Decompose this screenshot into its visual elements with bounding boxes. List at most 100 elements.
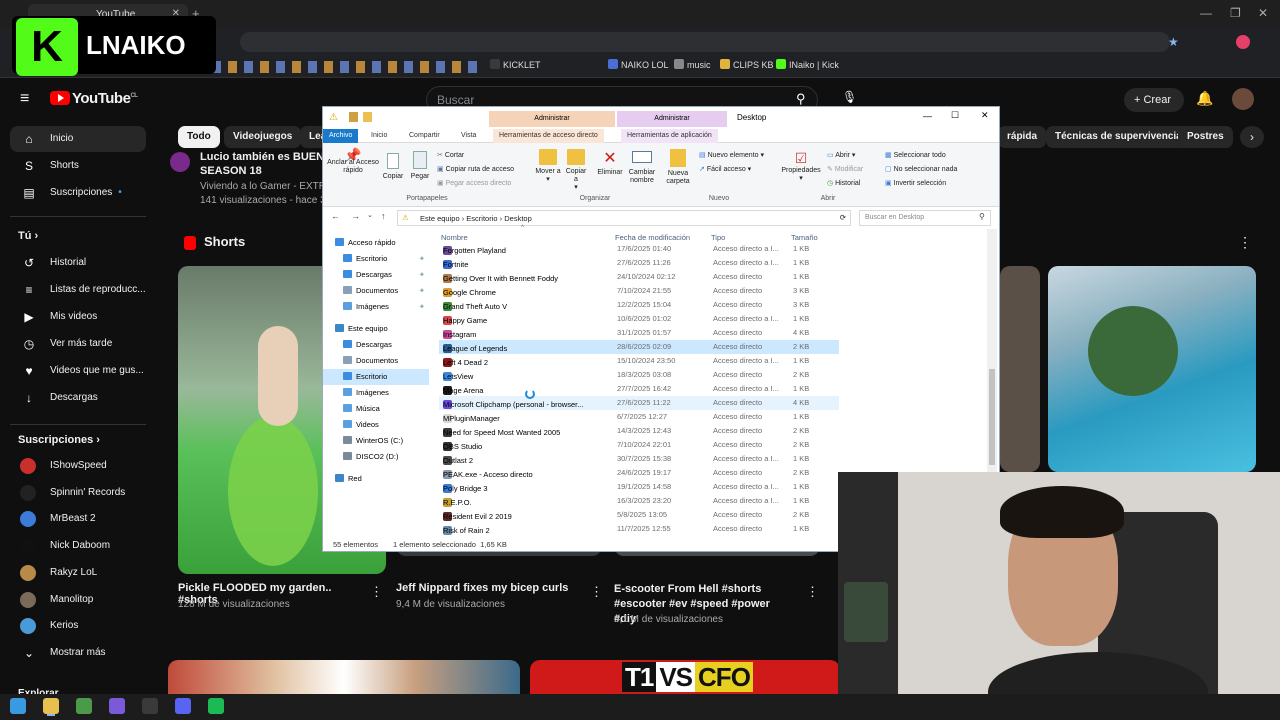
video-title[interactable]: Lucio también es BUENO SEASON 18 xyxy=(200,150,330,178)
invert-selection-button[interactable]: ▣ Invertir selección xyxy=(885,179,946,187)
file-row[interactable]: R.E.P.O. 16/3/2025 23:20 Acceso directo a … xyxy=(439,494,839,508)
tree-item[interactable]: Este equipo xyxy=(323,321,429,337)
bookmark-clips-kb[interactable]: CLIPS KB xyxy=(720,59,774,70)
bookmark-naiko-lol[interactable]: NAIKO LOL xyxy=(608,59,669,70)
file-row[interactable]: Grand Theft Auto V 12/2/2025 15:04 Acceso … xyxy=(439,298,839,312)
file-row[interactable]: League of Legends 28/6/2025 02:09 Acceso d… xyxy=(439,340,839,354)
sidebar-item-you-1[interactable]: ≡ Listas de reproducc... xyxy=(10,277,146,303)
search-icon[interactable]: ⚲ xyxy=(979,212,985,221)
tab-share[interactable]: Compartir xyxy=(403,129,446,143)
video-channel[interactable]: Viviendo a lo Gamer - EXTRA xyxy=(200,181,322,192)
maximize-icon[interactable]: ❐ xyxy=(1230,6,1241,20)
properties-button[interactable]: ☑ Propiedades ▾ xyxy=(779,149,823,183)
profile-avatar[interactable] xyxy=(1236,35,1250,49)
subscription-item[interactable]: Rakyz LoL xyxy=(10,560,146,586)
file-row[interactable]: Left 4 Dead 2 15/10/2024 23:50 Acceso dire… xyxy=(439,354,839,368)
tree-item[interactable]: Red xyxy=(323,471,429,487)
file-row[interactable]: OBS Studio 7/10/2024 22:01 Acceso directo 2… xyxy=(439,438,839,452)
context-tab-shortcut[interactable]: Administrar xyxy=(489,111,615,127)
sidebar-item-you-2[interactable]: ▶ Mis videos xyxy=(10,304,146,330)
you-section-header[interactable]: Tú › xyxy=(18,230,38,242)
select-none-button[interactable]: ▢ No seleccionar nada xyxy=(885,165,957,173)
sidebar-item-subscriptions[interactable]: ▤ Suscripciones • xyxy=(10,180,146,206)
breadcrumb-this-pc[interactable]: Este equipo xyxy=(420,214,460,223)
show-more-button[interactable]: ⌄ Mostrar más xyxy=(10,640,146,666)
channel-avatar[interactable] xyxy=(170,152,190,172)
move-to-button[interactable]: Mover a ▾ xyxy=(535,149,561,184)
file-row[interactable]: Instagram 31/1/2025 01:57 Acceso directo 4 … xyxy=(439,326,839,340)
bookmark-inaiko-kick[interactable]: INaiko | Kick xyxy=(776,59,839,70)
tree-item[interactable]: DISCO2 (D:) xyxy=(323,449,429,465)
tab-home[interactable]: Inicio xyxy=(365,129,393,143)
more-icon[interactable]: ⋮ xyxy=(806,584,819,600)
new-folder-button[interactable]: Nueva carpeta xyxy=(663,149,693,186)
tree-item[interactable]: Acceso rápido xyxy=(323,235,429,251)
explorer-search-input[interactable]: Buscar en Desktop xyxy=(859,210,991,226)
file-row[interactable]: Outlast 2 30/7/2025 15:38 Acceso directo a… xyxy=(439,452,839,466)
subscriptions-header[interactable]: Suscripciones › xyxy=(18,434,100,446)
bookmark-kicklet[interactable]: KICKLET xyxy=(490,59,541,70)
file-row[interactable]: Need for Speed Most Wanted 2005 14/3/2025… xyxy=(439,424,839,438)
rename-button[interactable]: Cambiar nombre xyxy=(625,149,659,185)
close-window-icon[interactable]: ✕ xyxy=(1258,6,1268,20)
subscription-item[interactable]: Nick Daboom xyxy=(10,533,146,559)
sidebar-item-you-4[interactable]: ♥ Videos que me gus... xyxy=(10,358,146,384)
bookmark-music[interactable]: music xyxy=(674,59,711,70)
minimize-icon[interactable]: — xyxy=(1200,6,1212,20)
more-icon[interactable]: ⋮ xyxy=(1238,234,1252,251)
quick-access-toolbar[interactable] xyxy=(349,112,389,122)
star-icon[interactable]: ★ xyxy=(1168,35,1179,49)
forward-icon[interactable]: → xyxy=(351,211,360,221)
file-row[interactable]: Fortnite 27/6/2025 11:26 Acceso directo a … xyxy=(439,256,839,270)
create-button[interactable]: + Crear xyxy=(1124,88,1184,112)
paste-button[interactable]: Pegar xyxy=(407,151,433,181)
copy-path-button[interactable]: ▣ Copiar ruta de acceso xyxy=(437,165,514,173)
select-all-button[interactable]: ▦ Seleccionar todo xyxy=(885,151,946,159)
file-row[interactable]: Forgotten Playland 17/6/2025 01:40 Acceso … xyxy=(439,242,839,256)
easy-access-button[interactable]: ↗ Fácil acceso ▾ xyxy=(699,165,751,173)
chip-survival[interactable]: Técnicas de supervivencia xyxy=(1046,126,1191,148)
chips-next-icon[interactable]: › xyxy=(1240,126,1264,148)
tree-item[interactable]: Videos xyxy=(323,417,429,433)
tree-item[interactable]: Escritorio xyxy=(323,369,429,385)
chrome-icon[interactable] xyxy=(76,698,92,714)
copy-to-button[interactable]: Copiar a ▾ xyxy=(563,149,589,192)
more-icon[interactable]: ⋮ xyxy=(370,584,383,600)
back-icon[interactable]: ← xyxy=(331,211,340,221)
subscription-item[interactable]: Spinnin' Records xyxy=(10,480,146,506)
file-row[interactable]: Risk of Rain 2 11/7/2025 12:55 Acceso dire… xyxy=(439,522,839,536)
account-avatar[interactable] xyxy=(1232,88,1254,110)
pin-quick-access-button[interactable]: 📌 Anclar al Acceso rápido xyxy=(327,148,379,175)
sidebar-item-you-5[interactable]: ↓ Descargas xyxy=(10,385,146,411)
chip-desserts[interactable]: Postres xyxy=(1178,126,1233,148)
modify-button[interactable]: ✎ Modificar xyxy=(827,165,863,173)
subscription-item[interactable]: Kerios xyxy=(10,613,146,639)
spotify-icon[interactable] xyxy=(208,698,224,714)
youtube-logo[interactable]: YouTubeCL xyxy=(50,90,138,107)
sidebar-item-shorts[interactable]: S Shorts xyxy=(10,153,146,179)
tab-app-tools[interactable]: Herramientas de aplicación xyxy=(621,129,718,143)
cut-button[interactable]: ✂ Cortar xyxy=(437,151,464,159)
obs-icon[interactable] xyxy=(142,698,158,714)
short-title[interactable]: Jeff Nippard fixes my bicep curls xyxy=(396,582,586,594)
tab-view[interactable]: Vista xyxy=(455,129,482,143)
subscription-item[interactable]: IShowSpeed xyxy=(10,453,146,479)
explorer-icon[interactable] xyxy=(43,698,59,714)
file-row[interactable]: Microsoft Clipchamp (personal - browser.… xyxy=(439,396,839,410)
minimize-icon[interactable]: — xyxy=(923,111,932,121)
file-row[interactable]: Mage Arena 27/7/2025 16:42 Acceso directo … xyxy=(439,382,839,396)
address-path[interactable]: ⚠ Este equipo › Escritorio › Desktop ⟳ xyxy=(397,210,851,226)
scrollbar-thumb[interactable] xyxy=(989,369,995,465)
file-row[interactable]: PEAK.exe - Acceso directo 24/6/2025 19:17… xyxy=(439,466,839,480)
tree-item[interactable]: WinterOS (C:) xyxy=(323,433,429,449)
tree-item[interactable]: Imágenes xyxy=(323,385,429,401)
paste-shortcut-button[interactable]: ▣ Pegar acceso directo xyxy=(437,179,511,187)
new-item-button[interactable]: ▤ Nuevo elemento ▾ xyxy=(699,151,764,159)
context-tab-app[interactable]: Administrar xyxy=(617,111,727,127)
tab-file[interactable]: Archivo xyxy=(323,129,359,143)
up-icon[interactable]: ↑ xyxy=(381,211,386,221)
file-row[interactable]: Poly Bridge 3 19/1/2025 14:58 Acceso direc… xyxy=(439,480,839,494)
file-row[interactable]: MPluginManager 6/7/2025 12:27 Acceso direc… xyxy=(439,410,839,424)
tree-item[interactable]: Música xyxy=(323,401,429,417)
tree-item[interactable]: Descargas xyxy=(323,337,429,353)
